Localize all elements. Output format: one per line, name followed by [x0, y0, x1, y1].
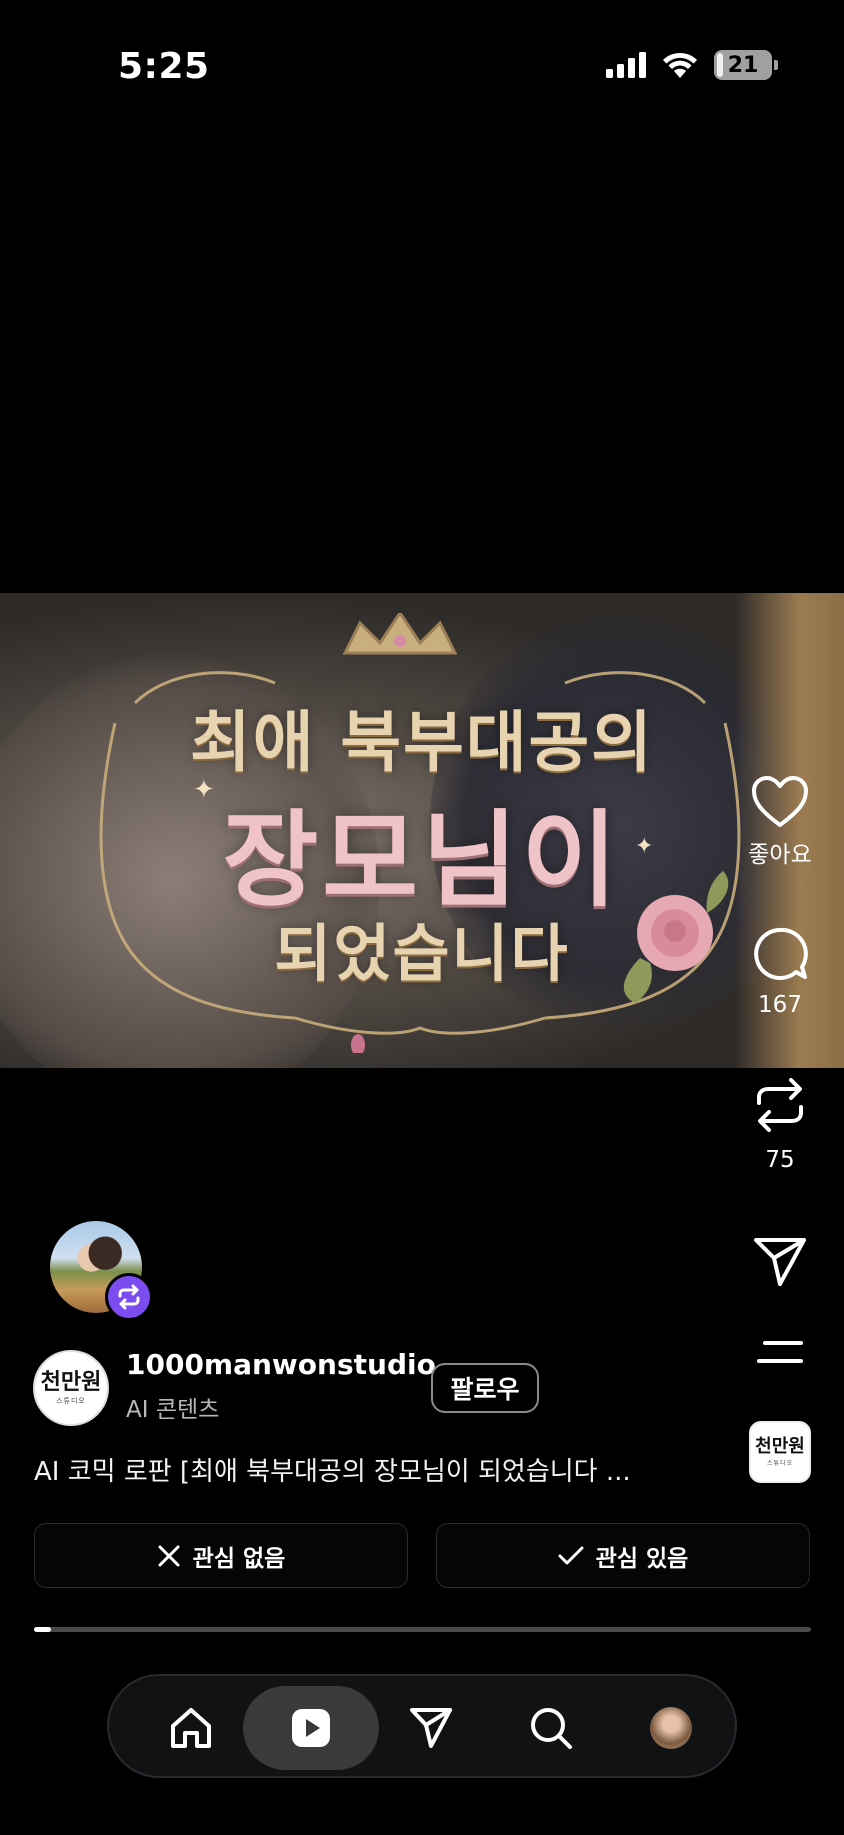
nav-reels[interactable]	[243, 1686, 379, 1770]
author-avatar[interactable]: 천만원 스튜디오	[33, 1350, 109, 1426]
video-title-line1: 최애 북부대공의	[189, 703, 655, 781]
like-button[interactable]: 좋아요	[720, 775, 840, 869]
status-time: 5:25	[118, 46, 210, 87]
logo-text: 천만원	[40, 1368, 102, 1395]
status-bar: 5:25 21	[0, 0, 844, 140]
home-icon	[171, 1708, 211, 1748]
more-options-button[interactable]	[720, 1340, 840, 1364]
battery-fill	[717, 53, 724, 77]
author-category: AI 콘텐츠	[126, 1397, 220, 1423]
repost-badge	[105, 1273, 153, 1321]
video-player[interactable]: ✦ ✦ 최애 북부대공의 장모님이 되었습니다	[0, 593, 844, 1068]
wifi-icon	[663, 52, 697, 78]
signal-icon	[606, 52, 646, 78]
comment-icon	[754, 927, 808, 980]
follow-button[interactable]: 팔로우	[431, 1363, 539, 1413]
like-label: 좋아요	[748, 842, 812, 868]
video-progress-fill	[34, 1627, 52, 1632]
repost-count: 75	[765, 1147, 795, 1173]
more-lines-icon	[757, 1341, 803, 1363]
nav-home[interactable]	[123, 1686, 259, 1770]
nav-search[interactable]	[483, 1686, 619, 1770]
status-icons: 21	[606, 50, 778, 80]
search-icon	[531, 1708, 572, 1749]
comment-count: 167	[758, 992, 802, 1018]
battery-level: 21	[727, 52, 759, 78]
nav-profile[interactable]	[603, 1686, 739, 1770]
send-icon	[410, 1708, 452, 1748]
reels-icon	[292, 1709, 330, 1747]
logo-subtext: 스튜디오	[56, 1396, 86, 1405]
interested-label: 관심 있음	[595, 1545, 689, 1572]
not-interested-button[interactable]: 관심 없음	[34, 1523, 408, 1588]
repost-icon	[757, 1078, 803, 1132]
close-icon	[158, 1545, 180, 1566]
check-icon	[558, 1546, 584, 1564]
share-button[interactable]	[720, 1236, 840, 1288]
bottom-navigation	[107, 1674, 737, 1778]
profile-avatar	[650, 1707, 692, 1749]
send-icon	[754, 1238, 806, 1286]
logo-text: 천만원	[755, 1435, 805, 1457]
heart-icon	[752, 776, 808, 827]
repost-badge-icon	[118, 1284, 140, 1310]
nav-messages[interactable]	[363, 1686, 499, 1770]
post-caption[interactable]: AI 코믹 로판 [최애 북부대공의 장모님이 되었습니다 ...	[34, 1451, 631, 1488]
interested-button[interactable]: 관심 있음	[436, 1523, 810, 1588]
video-progress-bar[interactable]	[34, 1627, 811, 1632]
battery-indicator: 21	[714, 50, 778, 80]
not-interested-label: 관심 없음	[192, 1545, 286, 1572]
audio-thumbnail[interactable]: 천만원 스튜디오	[749, 1421, 811, 1483]
repost-button[interactable]: 75	[720, 1075, 840, 1173]
comment-button[interactable]: 167	[720, 926, 840, 1018]
author-username[interactable]: 1000manwonstudio	[126, 1348, 436, 1381]
video-title-line3: 되었습니다	[274, 917, 570, 990]
logo-subtext: 스튜디오	[766, 1459, 794, 1467]
